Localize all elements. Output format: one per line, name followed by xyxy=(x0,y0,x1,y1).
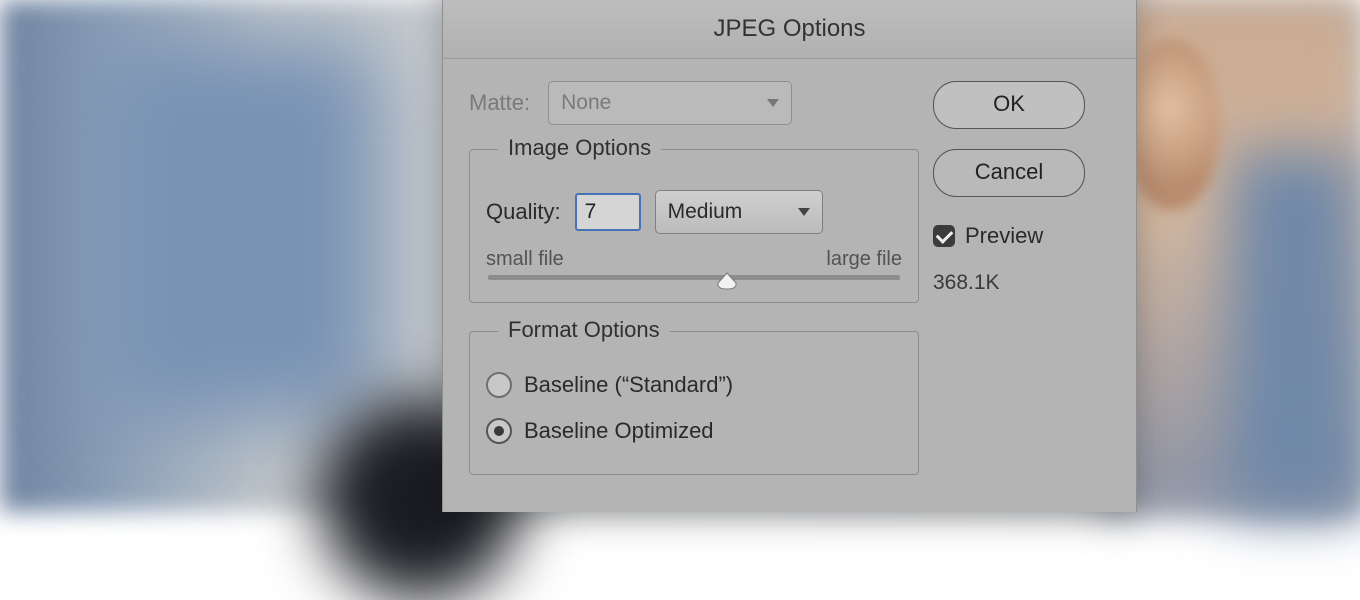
checkmark-icon xyxy=(935,226,953,244)
quality-preset-value: Medium xyxy=(668,200,743,224)
radio-icon xyxy=(486,418,512,444)
chevron-down-icon xyxy=(798,208,810,216)
quality-label: Quality: xyxy=(486,199,561,225)
ok-button[interactable]: OK xyxy=(933,81,1085,129)
slider-max-label: large file xyxy=(826,248,902,271)
format-option-label: Baseline (“Standard”) xyxy=(524,372,733,398)
format-option-optimized[interactable]: Baseline Optimized xyxy=(486,418,902,444)
checkbox-icon xyxy=(933,225,955,247)
quality-preset-select[interactable]: Medium xyxy=(655,190,823,234)
preview-checkbox-row[interactable]: Preview xyxy=(933,223,1103,249)
format-options-legend: Format Options xyxy=(498,317,670,343)
format-option-standard[interactable]: Baseline (“Standard”) xyxy=(486,372,902,398)
chevron-down-icon xyxy=(767,99,779,107)
quality-input[interactable] xyxy=(575,193,641,231)
dialog-title: JPEG Options xyxy=(443,0,1136,59)
image-options-legend: Image Options xyxy=(498,135,661,161)
matte-label: Matte: xyxy=(469,90,530,116)
filesize-readout: 368.1K xyxy=(933,271,1103,295)
image-options-group: Image Options Quality: Medium small file… xyxy=(469,149,919,303)
cancel-button[interactable]: Cancel xyxy=(933,149,1085,197)
matte-select[interactable]: None xyxy=(548,81,792,125)
format-option-label: Baseline Optimized xyxy=(524,418,714,444)
format-options-group: Format Options Baseline (“Standard”) Bas… xyxy=(469,331,919,475)
quality-slider[interactable] xyxy=(488,275,900,280)
radio-icon xyxy=(486,372,512,398)
matte-select-value: None xyxy=(561,91,611,115)
slider-thumb[interactable] xyxy=(715,271,739,291)
preview-label: Preview xyxy=(965,223,1043,249)
jpeg-options-dialog: JPEG Options Matte: None Image Options Q… xyxy=(442,0,1137,512)
slider-min-label: small file xyxy=(486,248,564,271)
radio-dot-icon xyxy=(494,426,504,436)
